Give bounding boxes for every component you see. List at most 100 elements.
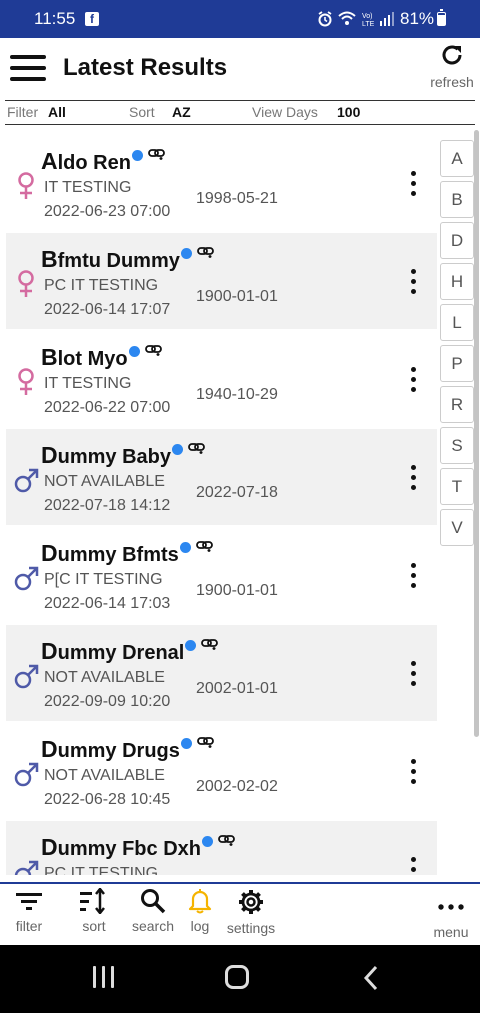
search-nav-button[interactable]: search <box>129 884 177 934</box>
menu-nav-button[interactable]: menu <box>428 884 474 940</box>
unread-dot <box>181 738 192 749</box>
name-initial: B <box>41 344 58 370</box>
female-gender-icon <box>13 269 39 299</box>
male-gender-icon <box>13 563 39 593</box>
result-row[interactable]: Dummy Drugs NOT AVAILABLE 2002-02-02 202… <box>6 723 437 819</box>
more-vertical-icon[interactable] <box>406 759 422 785</box>
department: NOT AVAILABLE <box>44 767 165 784</box>
female-icon <box>18 368 34 395</box>
male-gender-icon <box>13 661 39 691</box>
more-vertical-icon[interactable] <box>406 661 422 687</box>
result-row[interactable]: Blot Myo IT TESTING 1940-10-29 2022-06-2… <box>6 331 437 427</box>
svg-text:Vo): Vo) <box>362 13 373 20</box>
link-icon-wrap <box>201 637 219 655</box>
recent-apps-icon[interactable] <box>93 966 115 988</box>
name-rest: lot Myo <box>57 348 128 370</box>
status-time: 11:55 <box>34 9 76 28</box>
patient-name: Dummy Drenal <box>41 638 184 665</box>
alphabet-letter[interactable]: S <box>440 427 474 464</box>
alphabet-letter[interactable]: B <box>440 181 474 218</box>
gear-icon <box>239 890 263 914</box>
svg-text:LTE: LTE <box>362 21 375 27</box>
result-row[interactable]: Aldo Ren IT TESTING 1998-05-21 2022-06-2… <box>6 135 437 231</box>
date-of-birth: 1900-01-01 <box>196 288 278 305</box>
sort-value: AZ <box>172 104 191 120</box>
department: P[C IT TESTING <box>44 571 163 588</box>
alphabet-letter[interactable]: R <box>440 386 474 423</box>
male-icon <box>14 762 39 787</box>
link-icon <box>197 247 214 258</box>
settings-nav-button[interactable]: settings <box>223 884 279 936</box>
patient-name: Dummy Bfmts <box>41 540 179 567</box>
home-icon[interactable] <box>225 965 249 989</box>
link-icon-wrap <box>188 441 206 459</box>
search-icon <box>141 889 166 914</box>
alphabet-letter[interactable]: H <box>440 263 474 300</box>
more-vertical-icon[interactable] <box>406 171 422 197</box>
male-icon <box>14 566 39 591</box>
filter-icon <box>16 893 42 910</box>
battery-icon <box>437 9 446 26</box>
facebook-icon: f <box>85 12 99 26</box>
alphabet-letter[interactable]: T <box>440 468 474 505</box>
date-of-birth: 2022-07-18 <box>196 484 278 501</box>
result-datetime: 2022-07-18 14:12 <box>44 497 171 514</box>
link-icon <box>197 737 214 748</box>
hamburger-menu-icon[interactable] <box>10 55 46 81</box>
alphabet-letter[interactable]: A <box>440 140 474 177</box>
date-of-birth: 2002-01-01 <box>196 680 278 697</box>
link-icon <box>145 345 162 356</box>
more-vertical-icon[interactable] <box>406 857 422 875</box>
unread-dot <box>202 836 213 847</box>
unread-dot <box>180 542 191 553</box>
refresh-button[interactable]: refresh <box>424 42 480 94</box>
system-navigation-bar <box>0 945 480 1013</box>
date-of-birth: 1900-01-01 <box>196 582 278 599</box>
result-row[interactable]: Dummy Baby NOT AVAILABLE 2022-07-18 2022… <box>6 429 437 525</box>
more-vertical-icon[interactable] <box>406 465 422 491</box>
more-vertical-icon[interactable] <box>406 269 422 295</box>
more-vertical-icon[interactable] <box>406 367 422 393</box>
view-days-value: 100 <box>337 104 361 120</box>
sort-nav-button[interactable]: sort <box>76 884 112 934</box>
link-icon <box>218 835 235 846</box>
wifi-icon <box>338 11 356 25</box>
log-nav-label: log <box>190 918 210 934</box>
alphabet-letter[interactable]: L <box>440 304 474 341</box>
name-initial: D <box>41 442 58 468</box>
link-icon-wrap <box>148 147 166 165</box>
name-initial: A <box>41 148 58 174</box>
results-list[interactable]: Aldo Ren IT TESTING 1998-05-21 2022-06-2… <box>6 135 437 875</box>
department: IT TESTING <box>44 179 132 196</box>
department: NOT AVAILABLE <box>44 473 165 490</box>
view-days-label: View Days <box>252 104 318 120</box>
link-icon <box>148 149 165 160</box>
page-title: Latest Results <box>63 54 228 81</box>
patient-name: Dummy Fbc Dxh <box>41 834 201 861</box>
back-icon[interactable] <box>362 964 380 992</box>
log-nav-button[interactable]: log <box>186 884 214 934</box>
search-nav-label: search <box>131 918 175 934</box>
alphabet-letter[interactable]: V <box>440 509 474 546</box>
result-datetime: 2022-09-09 10:20 <box>44 693 171 710</box>
patient-name: Blot Myo <box>41 344 128 371</box>
result-row[interactable]: Dummy Drenal NOT AVAILABLE 2002-01-01 20… <box>6 625 437 721</box>
date-of-birth: 1998-05-21 <box>196 190 278 207</box>
alphabet-letter[interactable]: D <box>440 222 474 259</box>
result-row[interactable]: Bfmtu Dummy PC IT TESTING 1900-01-01 202… <box>6 233 437 329</box>
filter-nav-button[interactable]: filter <box>10 884 48 934</box>
name-rest: ummy Drugs <box>57 740 180 762</box>
filter-label: Filter <box>7 104 39 120</box>
link-icon-wrap <box>197 245 215 263</box>
link-icon <box>201 639 218 650</box>
filter-summary-bar[interactable]: Filter All Sort AZ View Days 100 <box>5 100 475 125</box>
alphabet-letter[interactable]: P <box>440 345 474 382</box>
result-row[interactable]: Dummy Fbc Dxh PC IT TESTING 1900-01-01 <box>6 821 437 875</box>
result-row[interactable]: Dummy Bfmts P[C IT TESTING 1900-01-01 20… <box>6 527 437 623</box>
scrollbar[interactable] <box>474 130 479 737</box>
male-icon <box>14 860 39 875</box>
sort-nav-label: sort <box>82 918 106 934</box>
more-vertical-icon[interactable] <box>406 563 422 589</box>
department: IT TESTING <box>44 375 132 392</box>
bottom-navigation: filter sort search log settings menu <box>0 882 480 945</box>
